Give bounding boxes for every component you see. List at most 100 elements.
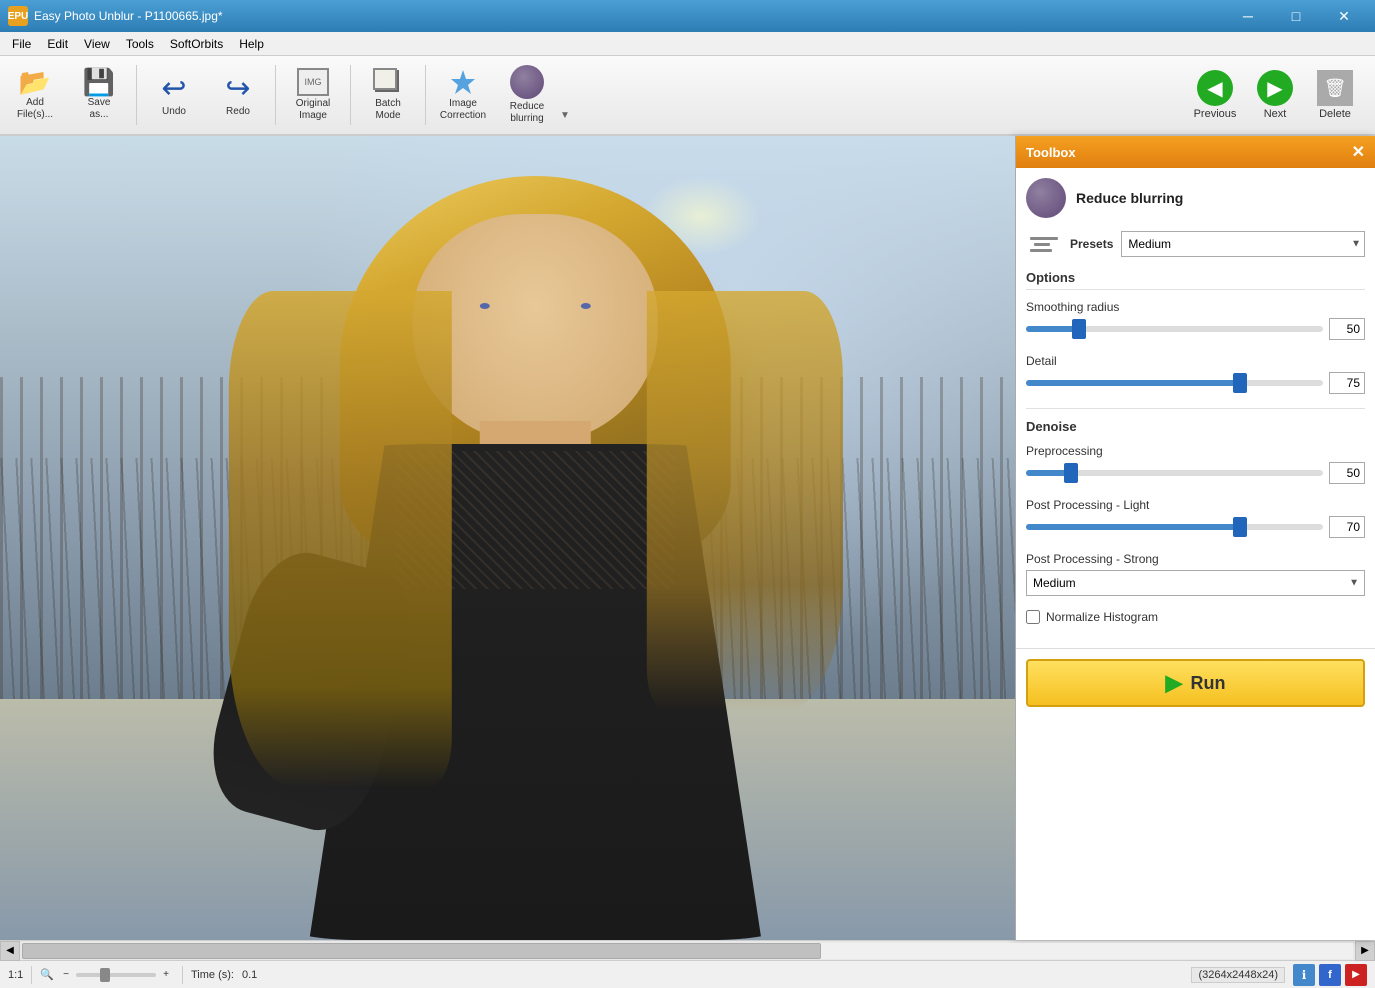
add-files-label: AddFile(s)...	[17, 97, 53, 121]
main-content: Toolbox ✕ Reduce blurring Presets	[0, 136, 1375, 940]
preprocessing-label: Preprocessing	[1026, 444, 1365, 458]
smoothing-radius-control	[1026, 318, 1365, 340]
batch-mode-label: BatchMode	[375, 98, 401, 122]
post-processing-strong-label: Post Processing - Strong	[1026, 552, 1365, 566]
original-image-button[interactable]: IMG OriginalImage	[282, 59, 344, 131]
reduce-blurring-icon	[510, 65, 544, 99]
post-processing-strong-select[interactable]: None Light Medium Strong	[1026, 570, 1365, 596]
tool-header: Reduce blurring	[1026, 178, 1365, 218]
time-label: Time (s):	[191, 969, 234, 981]
smoothing-radius-value[interactable]	[1329, 318, 1365, 340]
next-label: Next	[1264, 108, 1287, 120]
menu-view[interactable]: View	[76, 35, 118, 53]
zoom-slider-controls: − +	[58, 967, 174, 983]
undo-button[interactable]: ↩ Undo	[143, 59, 205, 131]
image-correction-button[interactable]: ImageCorrection	[432, 59, 494, 131]
time-value: 0.1	[242, 969, 257, 981]
normalize-histogram-label[interactable]: Normalize Histogram	[1046, 610, 1158, 624]
toolbox-title: Toolbox	[1026, 145, 1076, 160]
zoom-in-button[interactable]: +	[158, 967, 174, 983]
scroll-track[interactable]	[22, 943, 1353, 959]
detail-control	[1026, 372, 1365, 394]
close-button[interactable]: ✕	[1321, 0, 1367, 32]
app-icon: EPU	[8, 6, 28, 26]
preprocessing-value[interactable]	[1329, 462, 1365, 484]
post-processing-light-thumb[interactable]	[1233, 517, 1247, 537]
post-processing-light-row: Post Processing - Light	[1026, 498, 1365, 538]
undo-label: Undo	[162, 106, 186, 117]
save-as-label: Saveas...	[88, 97, 111, 121]
image-correction-label: ImageCorrection	[440, 98, 486, 122]
detail-track	[1026, 380, 1323, 386]
info-button[interactable]: ℹ	[1293, 964, 1315, 986]
detail-thumb[interactable]	[1233, 373, 1247, 393]
presets-label: Presets	[1070, 237, 1113, 251]
previous-button[interactable]: ◀ Previous	[1187, 59, 1243, 131]
run-icon: ▶	[1166, 670, 1183, 696]
detail-label: Detail	[1026, 354, 1365, 368]
image-area[interactable]	[0, 136, 1015, 940]
menu-tools[interactable]: Tools	[118, 35, 162, 53]
batch-mode-icon	[373, 68, 403, 96]
menu-help[interactable]: Help	[231, 35, 272, 53]
toolbar-dropdown-arrow[interactable]: ▼	[560, 110, 570, 121]
save-as-button[interactable]: 💾 Saveas...	[68, 59, 130, 131]
minimize-button[interactable]: ─	[1225, 0, 1271, 32]
scroll-thumb[interactable]	[22, 943, 821, 959]
horizontal-scrollbar: ◀ ▶	[0, 940, 1375, 960]
smoothing-radius-thumb[interactable]	[1072, 319, 1086, 339]
menu-file[interactable]: File	[4, 35, 39, 53]
redo-label: Redo	[226, 106, 250, 117]
reduce-blurring-label: Reduceblurring	[510, 101, 544, 125]
next-button[interactable]: ▶ Next	[1247, 59, 1303, 131]
detail-row: Detail	[1026, 354, 1365, 394]
presets-select-wrap: Light Medium Strong Custom ▼	[1121, 231, 1365, 257]
add-files-button[interactable]: 📂 AddFile(s)...	[4, 59, 66, 131]
detail-value[interactable]	[1329, 372, 1365, 394]
smoothing-radius-track	[1026, 326, 1323, 332]
zoom-out-button[interactable]: −	[58, 967, 74, 983]
detail-fill	[1026, 380, 1240, 386]
toolbox-close-button[interactable]: ✕	[1352, 142, 1365, 162]
scroll-right-button[interactable]: ▶	[1355, 941, 1375, 961]
original-image-label: OriginalImage	[296, 98, 330, 122]
toolbar-separator-3	[350, 65, 351, 125]
scroll-left-button[interactable]: ◀	[0, 941, 20, 961]
run-button[interactable]: ▶ Run	[1026, 659, 1365, 707]
menu-edit[interactable]: Edit	[39, 35, 76, 53]
smoothing-radius-row: Smoothing radius	[1026, 300, 1365, 340]
zoom-slider-track[interactable]	[76, 973, 156, 977]
maximize-button[interactable]: □	[1273, 0, 1319, 32]
batch-mode-button[interactable]: BatchMode	[357, 59, 419, 131]
toolbar: 📂 AddFile(s)... 💾 Saveas... ↩ Undo ↪ Red…	[0, 56, 1375, 136]
menu-softorbits[interactable]: SoftOrbits	[162, 35, 231, 53]
reduce-blurring-button[interactable]: Reduceblurring	[496, 59, 558, 131]
smoothing-radius-label: Smoothing radius	[1026, 300, 1365, 314]
presets-select[interactable]: Light Medium Strong Custom	[1121, 231, 1365, 257]
portrait-background	[0, 136, 1015, 940]
preprocessing-track	[1026, 470, 1323, 476]
presets-sliders-icon	[1030, 237, 1058, 252]
preset-line-3	[1030, 249, 1052, 252]
run-label: Run	[1190, 673, 1225, 694]
normalize-histogram-checkbox[interactable]	[1026, 610, 1040, 624]
facebook-button[interactable]: f	[1319, 964, 1341, 986]
options-denoise-divider	[1026, 408, 1365, 409]
titlebar: EPU Easy Photo Unblur - P1100665.jpg* ─ …	[0, 0, 1375, 32]
post-processing-light-label: Post Processing - Light	[1026, 498, 1365, 512]
post-processing-light-value[interactable]	[1329, 516, 1365, 538]
zoom-controls: 🔍 − +	[40, 967, 174, 983]
post-processing-light-track	[1026, 524, 1323, 530]
menubar: File Edit View Tools SoftOrbits Help	[0, 32, 1375, 56]
delete-button[interactable]: 🗑 Delete	[1307, 59, 1363, 131]
tool-name: Reduce blurring	[1076, 190, 1183, 206]
reduce-blurring-tool-icon	[1026, 178, 1066, 218]
woman-hair-left	[228, 291, 451, 787]
options-section-title: Options	[1026, 270, 1365, 290]
post-processing-light-fill	[1026, 524, 1240, 530]
preset-line-2	[1034, 243, 1050, 246]
redo-button[interactable]: ↪ Redo	[207, 59, 269, 131]
denoise-section-title: Denoise	[1026, 419, 1365, 434]
preprocessing-thumb[interactable]	[1064, 463, 1078, 483]
youtube-button[interactable]: ▶	[1345, 964, 1367, 986]
